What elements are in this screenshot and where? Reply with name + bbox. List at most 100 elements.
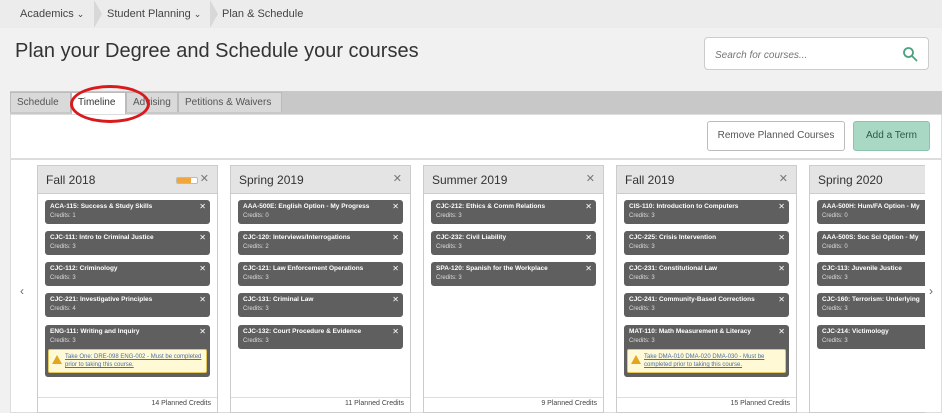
course-card[interactable]: SPA-120: Spanish for the Workplace Credi… xyxy=(431,262,596,286)
course-name: CJC-221: Investigative Principles xyxy=(50,296,153,303)
course-credits: Credits: 0 xyxy=(243,213,269,219)
course-credits: Credits: 3 xyxy=(243,306,269,312)
course-credits: Credits: 3 xyxy=(629,338,655,344)
course-card[interactable]: ENG-111: Writing and Inquiry Credits: 3 … xyxy=(45,325,210,377)
close-icon[interactable]: ✕ xyxy=(199,295,206,304)
tab-timeline[interactable]: Timeline xyxy=(71,92,126,114)
warning-icon xyxy=(631,355,641,364)
course-card[interactable]: ACA-115: Success & Study Skills Credits:… xyxy=(45,200,210,224)
breadcrumb-plan-schedule: Plan & Schedule xyxy=(222,8,304,20)
course-card[interactable]: CJC-225: Crisis Intervention Credits: 3 … xyxy=(624,231,789,255)
course-credits: Credits: 3 xyxy=(629,306,655,312)
tab-schedule[interactable]: Schedule xyxy=(10,92,71,112)
chevron-down-icon: ⌄ xyxy=(193,9,202,19)
close-icon[interactable]: ✕ xyxy=(778,295,785,304)
course-name: ENG-111: Writing and Inquiry xyxy=(50,328,140,335)
add-term-button[interactable]: Add a Term xyxy=(853,121,930,151)
course-credits: Credits: 3 xyxy=(436,213,462,219)
course-name: AAA-500S: Soc Sci Option - My xyxy=(822,234,919,241)
close-icon[interactable]: ✕ xyxy=(585,264,592,273)
course-credits: Credits: 3 xyxy=(822,338,848,344)
course-card[interactable]: CJC-221: Investigative Principles Credit… xyxy=(45,293,210,317)
prerequisite-link[interactable]: Take One: DRE-098 ENG-002 - Must be comp… xyxy=(65,353,205,369)
course-name: AAA-500H: Hum/FA Option - My xyxy=(822,203,920,210)
course-name: CJC-131: Criminal Law xyxy=(243,296,314,303)
term-header: Fall 2019 ✕ xyxy=(617,166,796,194)
term-header: Spring 2020 xyxy=(810,166,925,194)
close-icon[interactable]: ✕ xyxy=(392,295,399,304)
course-card[interactable]: MAT-110: Math Measurement & Literacy Cre… xyxy=(624,325,789,377)
course-card[interactable]: AAA-500E: English Option - My Progress C… xyxy=(238,200,403,224)
close-icon[interactable]: ✕ xyxy=(779,172,788,185)
close-icon[interactable]: ✕ xyxy=(199,202,206,211)
course-card[interactable]: CJC-120: Interviews/Interrogations Credi… xyxy=(238,231,403,255)
breadcrumb-academics[interactable]: Academics ⌄ xyxy=(20,0,84,28)
course-name: CJC-212: Ethics & Comm Relations xyxy=(436,203,546,210)
course-credits: Credits: 3 xyxy=(243,275,269,281)
close-icon[interactable]: ✕ xyxy=(778,264,785,273)
term-progress-fill xyxy=(177,178,191,183)
close-icon[interactable]: ✕ xyxy=(393,172,402,185)
breadcrumb-student-planning[interactable]: Student Planning ⌄ xyxy=(107,0,201,28)
course-card[interactable]: CJC-231: Constitutional Law Credits: 3 ✕ xyxy=(624,262,789,286)
course-card[interactable]: CJC-232: Civil Liability Credits: 3 ✕ xyxy=(431,231,596,255)
course-card[interactable]: AAA-500S: Soc Sci Option - My Credits: 0 xyxy=(817,231,925,255)
close-icon[interactable]: ✕ xyxy=(199,233,206,242)
course-credits: Credits: 3 xyxy=(629,244,655,250)
close-icon[interactable]: ✕ xyxy=(392,264,399,273)
close-icon[interactable]: ✕ xyxy=(199,327,206,336)
close-icon[interactable]: ✕ xyxy=(585,233,592,242)
course-name: CJC-225: Crisis Intervention xyxy=(629,234,717,241)
course-card[interactable]: CJC-131: Criminal Law Credits: 3 ✕ xyxy=(238,293,403,317)
close-icon[interactable]: ✕ xyxy=(585,202,592,211)
course-card[interactable]: CJC-212: Ethics & Comm Relations Credits… xyxy=(431,200,596,224)
close-icon[interactable]: ✕ xyxy=(586,172,595,185)
course-name: CJC-111: Intro to Criminal Justice xyxy=(50,234,154,241)
course-credits: Credits: 0 xyxy=(822,244,848,250)
course-name: CJC-121: Law Enforcement Operations xyxy=(243,265,364,272)
course-name: CJC-231: Constitutional Law xyxy=(629,265,718,272)
prerequisite-link[interactable]: Take DMA-010 DMA-020 DMA-030 - Must be c… xyxy=(644,353,784,369)
close-icon[interactable]: ✕ xyxy=(200,172,209,185)
course-card[interactable]: CJC-214: Victimology Credits: 3 xyxy=(817,325,925,349)
search-icon[interactable] xyxy=(902,46,918,62)
term-title: Fall 2018 xyxy=(46,173,96,187)
search-box xyxy=(704,37,929,70)
course-credits: Credits: 3 xyxy=(436,244,462,250)
term-header: Summer 2019 ✕ xyxy=(424,166,603,194)
course-card[interactable]: CJC-121: Law Enforcement Operations Cred… xyxy=(238,262,403,286)
term-footer: 14 Planned Credits xyxy=(38,397,217,412)
course-card[interactable]: CJC-112: Criminology Credits: 3 ✕ xyxy=(45,262,210,286)
term-title: Spring 2019 xyxy=(239,173,304,187)
course-card[interactable]: CJC-111: Intro to Criminal Justice Credi… xyxy=(45,231,210,255)
close-icon[interactable]: ✕ xyxy=(392,202,399,211)
course-card[interactable]: CJC-241: Community-Based Corrections Cre… xyxy=(624,293,789,317)
tab-petitions-waivers[interactable]: Petitions & Waivers xyxy=(178,92,282,112)
chevron-left-icon[interactable]: ‹ xyxy=(20,284,24,298)
close-icon[interactable]: ✕ xyxy=(392,327,399,336)
search-input[interactable] xyxy=(713,45,897,65)
close-icon[interactable]: ✕ xyxy=(778,202,785,211)
term-title: Spring 2020 xyxy=(818,173,883,187)
close-icon[interactable]: ✕ xyxy=(199,264,206,273)
close-icon[interactable]: ✕ xyxy=(778,327,785,336)
term-header: Spring 2019 ✕ xyxy=(231,166,410,194)
close-icon[interactable]: ✕ xyxy=(392,233,399,242)
chevron-right-icon[interactable]: › xyxy=(929,284,933,298)
tab-advising[interactable]: Advising xyxy=(126,92,178,112)
course-card[interactable]: CJC-132: Court Procedure & Evidence Cred… xyxy=(238,325,403,349)
course-card[interactable]: CJC-160: Terrorism: Underlying Credits: … xyxy=(817,293,925,317)
close-icon[interactable]: ✕ xyxy=(778,233,785,242)
course-card[interactable]: AAA-500H: Hum/FA Option - My Credits: 0 xyxy=(817,200,925,224)
remove-planned-courses-button[interactable]: Remove Planned Courses xyxy=(707,121,845,151)
course-name: CJC-241: Community-Based Corrections xyxy=(629,296,755,303)
course-credits: Credits: 3 xyxy=(629,275,655,281)
term-summer-2019: Summer 2019 ✕ CJC-212: Ethics & Comm Rel… xyxy=(423,165,604,413)
course-card[interactable]: CJC-113: Juvenile Justice Credits: 3 xyxy=(817,262,925,286)
breadcrumb-separator xyxy=(94,0,102,28)
term-fall-2019: Fall 2019 ✕ CIS-110: Introduction to Com… xyxy=(616,165,797,413)
course-credits: Credits: 3 xyxy=(243,338,269,344)
page-title: Plan your Degree and Schedule your cours… xyxy=(15,40,419,62)
course-card[interactable]: CIS-110: Introduction to Computers Credi… xyxy=(624,200,789,224)
course-name: CJC-112: Criminology xyxy=(50,265,118,272)
